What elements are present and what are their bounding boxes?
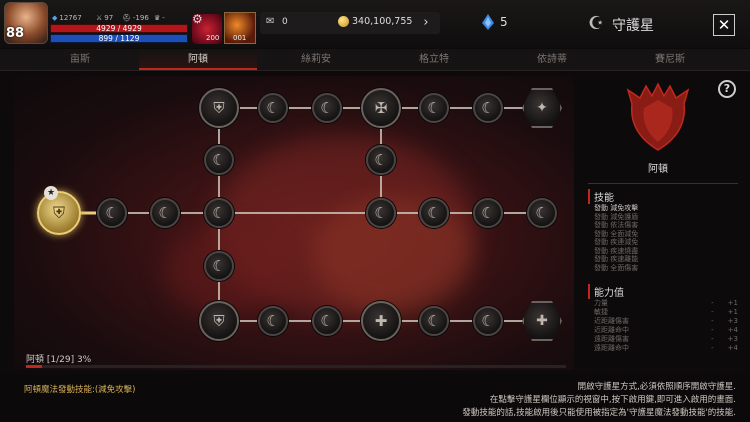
gem-amount: 5	[500, 15, 508, 29]
node[interactable]: ☾	[473, 93, 503, 123]
node-major[interactable]: ⛨	[199, 88, 239, 128]
node[interactable]: ☾	[473, 198, 503, 228]
ability-row: 近距離傷害 - +3	[594, 317, 738, 325]
skill-item[interactable]: 發動 減免攻擊	[594, 204, 638, 212]
node[interactable]: ☾	[312, 93, 342, 123]
feather-icon: ✉	[266, 16, 275, 27]
currency-expand-button[interactable]: ›	[418, 13, 434, 33]
skills-title: 技能	[588, 189, 614, 204]
node[interactable]: ☾	[204, 198, 234, 228]
skill-slot-count: 001	[233, 34, 247, 42]
sword-icon: ⚔	[96, 14, 103, 22]
node[interactable]: ☾	[527, 198, 557, 228]
progress-track	[26, 365, 566, 368]
node[interactable]: ☾	[204, 145, 234, 175]
stat-defense: ⛑ -196	[122, 14, 149, 22]
node[interactable]: ☾	[97, 198, 127, 228]
power-icon: ◆	[52, 14, 58, 22]
stat-power: ◆ 12767	[52, 14, 82, 22]
node[interactable]: ☾	[150, 198, 180, 228]
trophy-icon: ♛	[154, 14, 161, 22]
guardian-star-logo-icon: ☪	[588, 13, 605, 34]
instruction-line: 發動技能的話,技能啟用後只能使用被指定為'守護星魔法發動技能'的技能.	[462, 408, 736, 418]
node[interactable]: ☾	[204, 251, 234, 281]
help-button[interactable]: ?	[718, 80, 736, 98]
gold-coin-icon	[338, 16, 349, 27]
feather-amount: 0	[282, 17, 288, 27]
hp-bar: 4929 / 4929	[50, 24, 188, 33]
node[interactable]: ☾	[366, 198, 396, 228]
node-major[interactable]: ✠	[361, 88, 401, 128]
crest-emblem-icon	[626, 82, 690, 151]
skill-item[interactable]: 發動 疾速燒盡	[594, 247, 638, 255]
potion-count: 200	[206, 34, 220, 42]
instruction-line: 在點擊守護星欄位顯示的視窗中,按下啟用鍵,即可進入啟用的畫面.	[489, 395, 736, 405]
mp-bar: 899 / 1129	[50, 34, 188, 43]
abilities-title: 能力值	[588, 284, 624, 299]
crest-name: 阿頓	[648, 164, 668, 175]
constellation-tabs: 亩斯 阿頓 絲莉安 格立特 依詩蒂 賽尼斯	[0, 49, 750, 71]
skill-item[interactable]: 發動 依法傷害	[594, 221, 638, 229]
divider	[588, 183, 738, 184]
star-icon: ★	[44, 186, 58, 200]
node-major[interactable]: ⛨	[199, 301, 239, 341]
tab-5[interactable]: 賽尼斯	[611, 49, 729, 70]
node[interactable]: ☾	[258, 306, 288, 336]
ability-row: 遠距離命中 - +4	[594, 344, 738, 352]
window-title: 守護星	[612, 18, 654, 34]
node[interactable]: ☾	[258, 93, 288, 123]
node[interactable]: ☾	[473, 306, 503, 336]
ability-row: 近距離命中 - +4	[594, 326, 738, 334]
tab-3[interactable]: 格立特	[375, 49, 493, 70]
node[interactable]: ☾	[419, 93, 449, 123]
skill-item[interactable]: 發動 疾速離能	[594, 255, 638, 263]
tab-4[interactable]: 依詩蒂	[493, 49, 611, 70]
stat-attack: ⚔ 97	[96, 14, 114, 22]
node-start[interactable]: ⛨	[37, 191, 81, 235]
progress-fill	[26, 365, 43, 368]
tab-0[interactable]: 亩斯	[21, 49, 139, 70]
tab-1[interactable]: 阿頓	[139, 49, 257, 70]
hp-text: 4929 / 4929	[96, 24, 142, 33]
blue-gem-icon	[482, 14, 494, 30]
gear-icon[interactable]: ⚙	[192, 13, 204, 25]
mp-text: 899 / 1129	[98, 34, 140, 43]
skill-item[interactable]: 發動 疾連減免	[594, 238, 638, 246]
node[interactable]: ☾	[419, 306, 449, 336]
tab-2[interactable]: 絲莉安	[257, 49, 375, 70]
gold-amount: 340,100,755	[352, 16, 413, 27]
close-button[interactable]: ✕	[713, 14, 735, 36]
constellation-board: ⛨ ☾ ☾ ☾ ☾ ☾ ⛨ ⛨ ☾ ☾ ✠ ☾ ☾ ✦ ☾ ☾ ☾ ☾ ☾ ☾ …	[14, 76, 574, 370]
ability-row: 敏捷 - +1	[594, 308, 738, 316]
node[interactable]: ☾	[366, 145, 396, 175]
helmet-icon: ⛑	[122, 14, 131, 22]
stat-trophy: ♛ -	[154, 14, 165, 22]
node-major[interactable]: ✚	[361, 301, 401, 341]
ability-row: 遠距離傷害 - +3	[594, 335, 738, 343]
skill-item[interactable]: 發動 全面減免	[594, 230, 638, 238]
character-level: 88	[6, 26, 25, 41]
magic-skill-note: 阿頓魔法發動技能:(減免攻擊)	[24, 385, 136, 395]
instruction-line: 開啟守護星方式,必須依照順序開啟守護星.	[577, 382, 736, 392]
progress-label: 阿頓 [1/29] 3%	[26, 355, 92, 365]
skill-item[interactable]: 發動 全面傷害	[594, 264, 638, 272]
ability-row: 力量 - +1	[594, 299, 738, 307]
node[interactable]: ☾	[312, 306, 342, 336]
skill-item[interactable]: 發動 減免護盾	[594, 213, 638, 221]
node[interactable]: ☾	[419, 198, 449, 228]
